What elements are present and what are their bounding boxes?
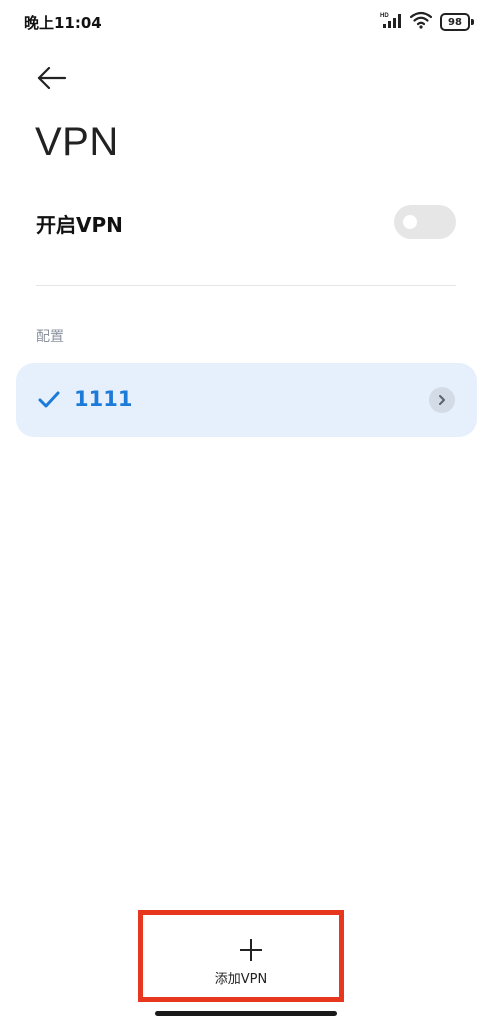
battery-icon: 98 bbox=[440, 13, 474, 31]
status-bar: 晚上11:04 HD 98 bbox=[0, 0, 492, 44]
cellular-signal-icon: HD bbox=[380, 11, 402, 33]
check-icon bbox=[38, 391, 60, 408]
plus-icon bbox=[240, 939, 262, 961]
vpn-toggle-row: 开启VPN bbox=[36, 196, 456, 248]
divider bbox=[36, 285, 456, 286]
vpn-toggle-switch[interactable] bbox=[394, 205, 456, 239]
vpn-toggle-label: 开启VPN bbox=[36, 213, 123, 237]
page-title: VPN bbox=[35, 120, 119, 164]
status-icons: HD 98 bbox=[380, 11, 474, 33]
vpn-profile-item[interactable]: 1111 bbox=[16, 363, 477, 437]
profile-details-button[interactable] bbox=[429, 387, 455, 413]
status-time: 晚上11:04 bbox=[24, 14, 102, 32]
back-button[interactable] bbox=[30, 58, 74, 98]
chevron-right-icon bbox=[439, 395, 445, 405]
config-section-header: 配置 bbox=[36, 329, 64, 345]
add-vpn-label: 添加VPN bbox=[214, 972, 268, 987]
network-badge: HD bbox=[380, 13, 389, 19]
vpn-profile-name: 1111 bbox=[74, 387, 133, 411]
battery-level: 98 bbox=[440, 13, 470, 31]
wifi-icon bbox=[409, 11, 433, 33]
arrow-left-icon bbox=[37, 67, 67, 89]
toggle-knob bbox=[403, 215, 417, 229]
home-indicator[interactable] bbox=[155, 1011, 337, 1016]
add-vpn-button[interactable]: 添加VPN bbox=[138, 910, 344, 1002]
